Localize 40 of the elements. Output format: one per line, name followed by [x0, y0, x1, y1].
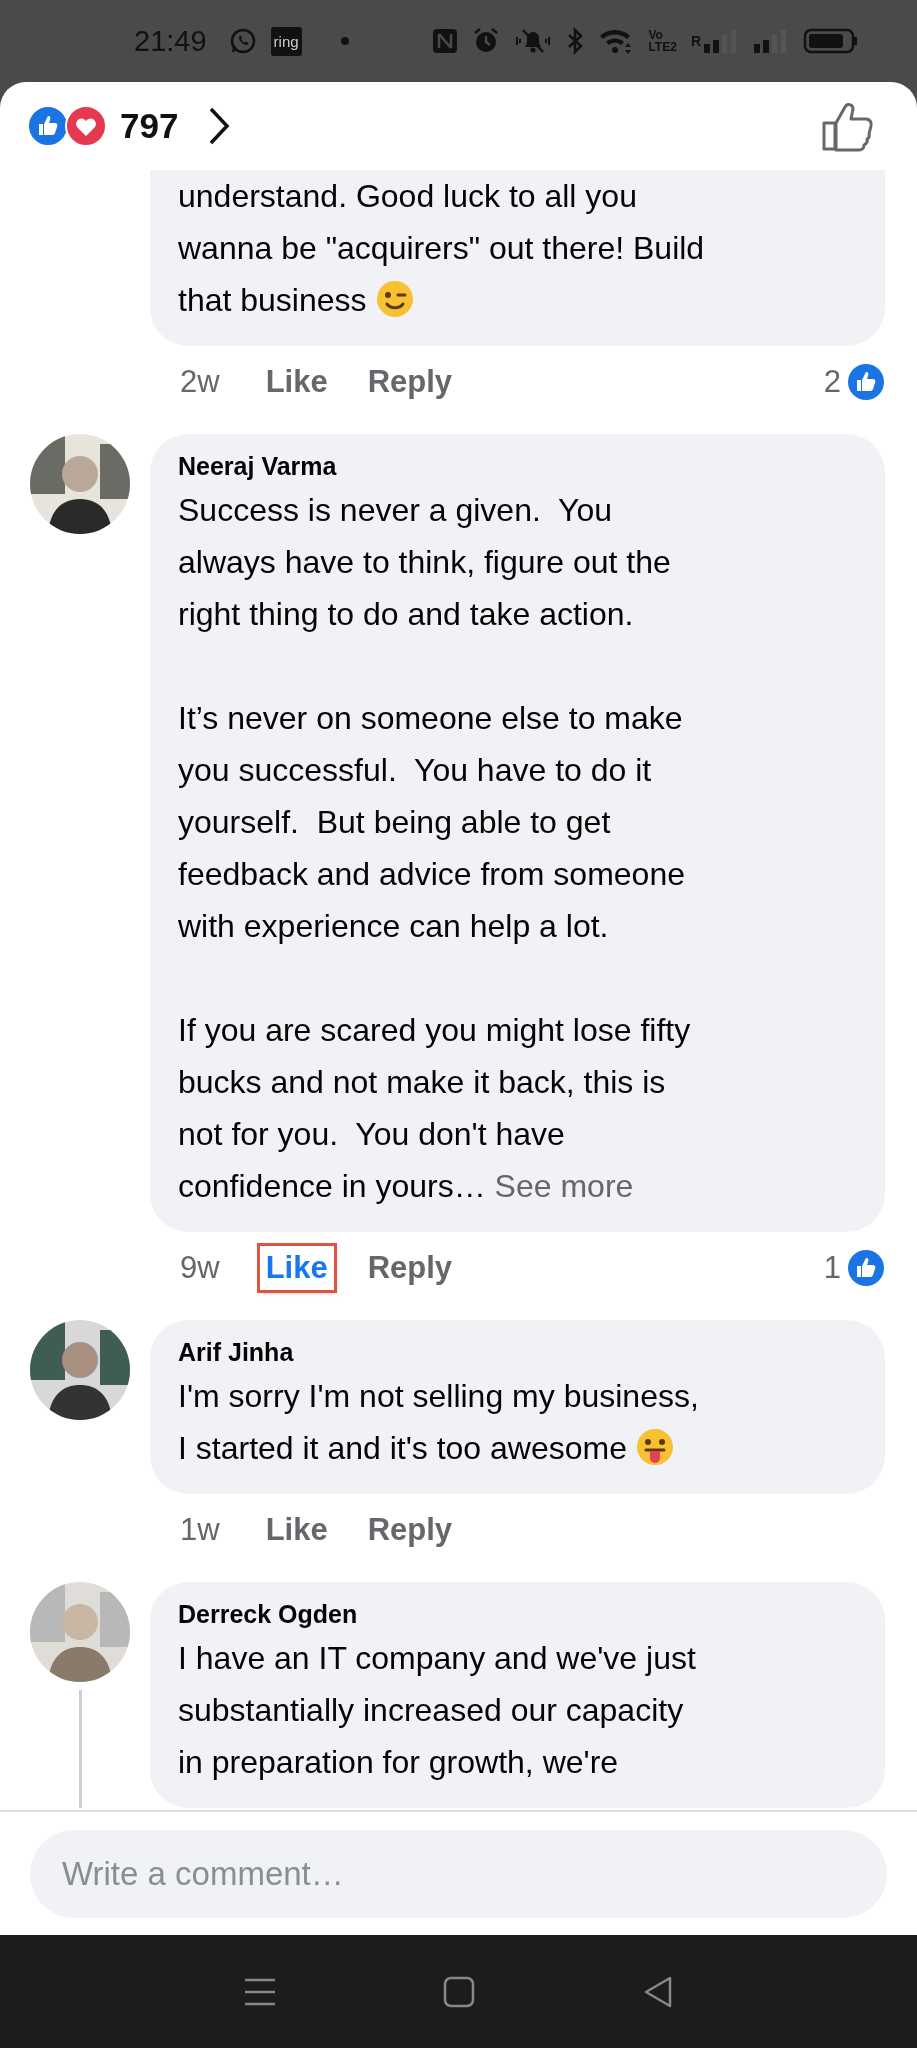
- network-label: LTE2: [648, 41, 677, 53]
- comment-time: 2w: [180, 364, 220, 400]
- comment-text: understand. Good luck to all you wanna be "acquirers" out there! Build that business: [178, 178, 705, 318]
- app-label: ring: [270, 26, 302, 56]
- dot-icon: [339, 36, 350, 46]
- like-count: 1: [823, 1250, 841, 1286]
- reply-button[interactable]: Reply: [361, 1246, 459, 1290]
- like-reaction-icon: [847, 1249, 885, 1287]
- comment-text: I'm sorry I'm not selling my business, I started it and it's too awesome: [178, 1378, 699, 1466]
- roaming-label: R: [690, 33, 701, 49]
- comment-time: 1w: [180, 1512, 220, 1548]
- chevron-right-icon[interactable]: [208, 106, 231, 146]
- comment-text: If you are scared you might lose fifty bucks and not make it back, this is not for you. You don't have confidence in yours… See more: [178, 1011, 692, 1206]
- like-button[interactable]: Like: [259, 1246, 334, 1290]
- like-button[interactable]: Like: [259, 360, 334, 404]
- like-reaction-icon: [847, 363, 885, 401]
- muted-bell-icon: [514, 27, 553, 55]
- comment-input-field[interactable]: Write a comment…: [30, 1829, 887, 1918]
- reaction-count[interactable]: 797: [120, 106, 179, 146]
- menu-icon[interactable]: [242, 1976, 277, 2007]
- comment-text: It’s never on someone else to make you successful. You have to do it yourself. But being able to get feedback and advice from someone with experience can help a lot.: [178, 699, 686, 946]
- reply-button[interactable]: Reply: [361, 360, 459, 404]
- comment-text: Success is never a given. You always have to think, figure out the right thing to do and take action.: [178, 491, 672, 634]
- like-count: 2: [823, 364, 841, 400]
- author-name[interactable]: Neeraj Varma: [178, 448, 861, 484]
- home-icon[interactable]: [442, 1974, 477, 2009]
- signal-icon: [703, 28, 739, 54]
- network-label: Vo: [648, 29, 664, 41]
- battery-icon: [803, 27, 859, 55]
- author-name[interactable]: Derreck Ogden: [178, 1596, 861, 1632]
- clock-time: 21:49: [134, 24, 207, 58]
- reply-button[interactable]: Reply: [361, 1508, 459, 1552]
- comment-time: 9w: [180, 1250, 220, 1286]
- signal-icon: [753, 28, 789, 54]
- author-name[interactable]: Arif Jinha: [178, 1334, 861, 1370]
- like-button[interactable]: Like: [259, 1508, 334, 1552]
- comment-text: I have an IT company and we've just substantially increased our capacity in preparation for growth, we're: [178, 1639, 697, 1782]
- nfc-icon: [432, 28, 459, 54]
- bluetooth-icon: [566, 27, 585, 55]
- see-more-link[interactable]: See more: [494, 1168, 634, 1204]
